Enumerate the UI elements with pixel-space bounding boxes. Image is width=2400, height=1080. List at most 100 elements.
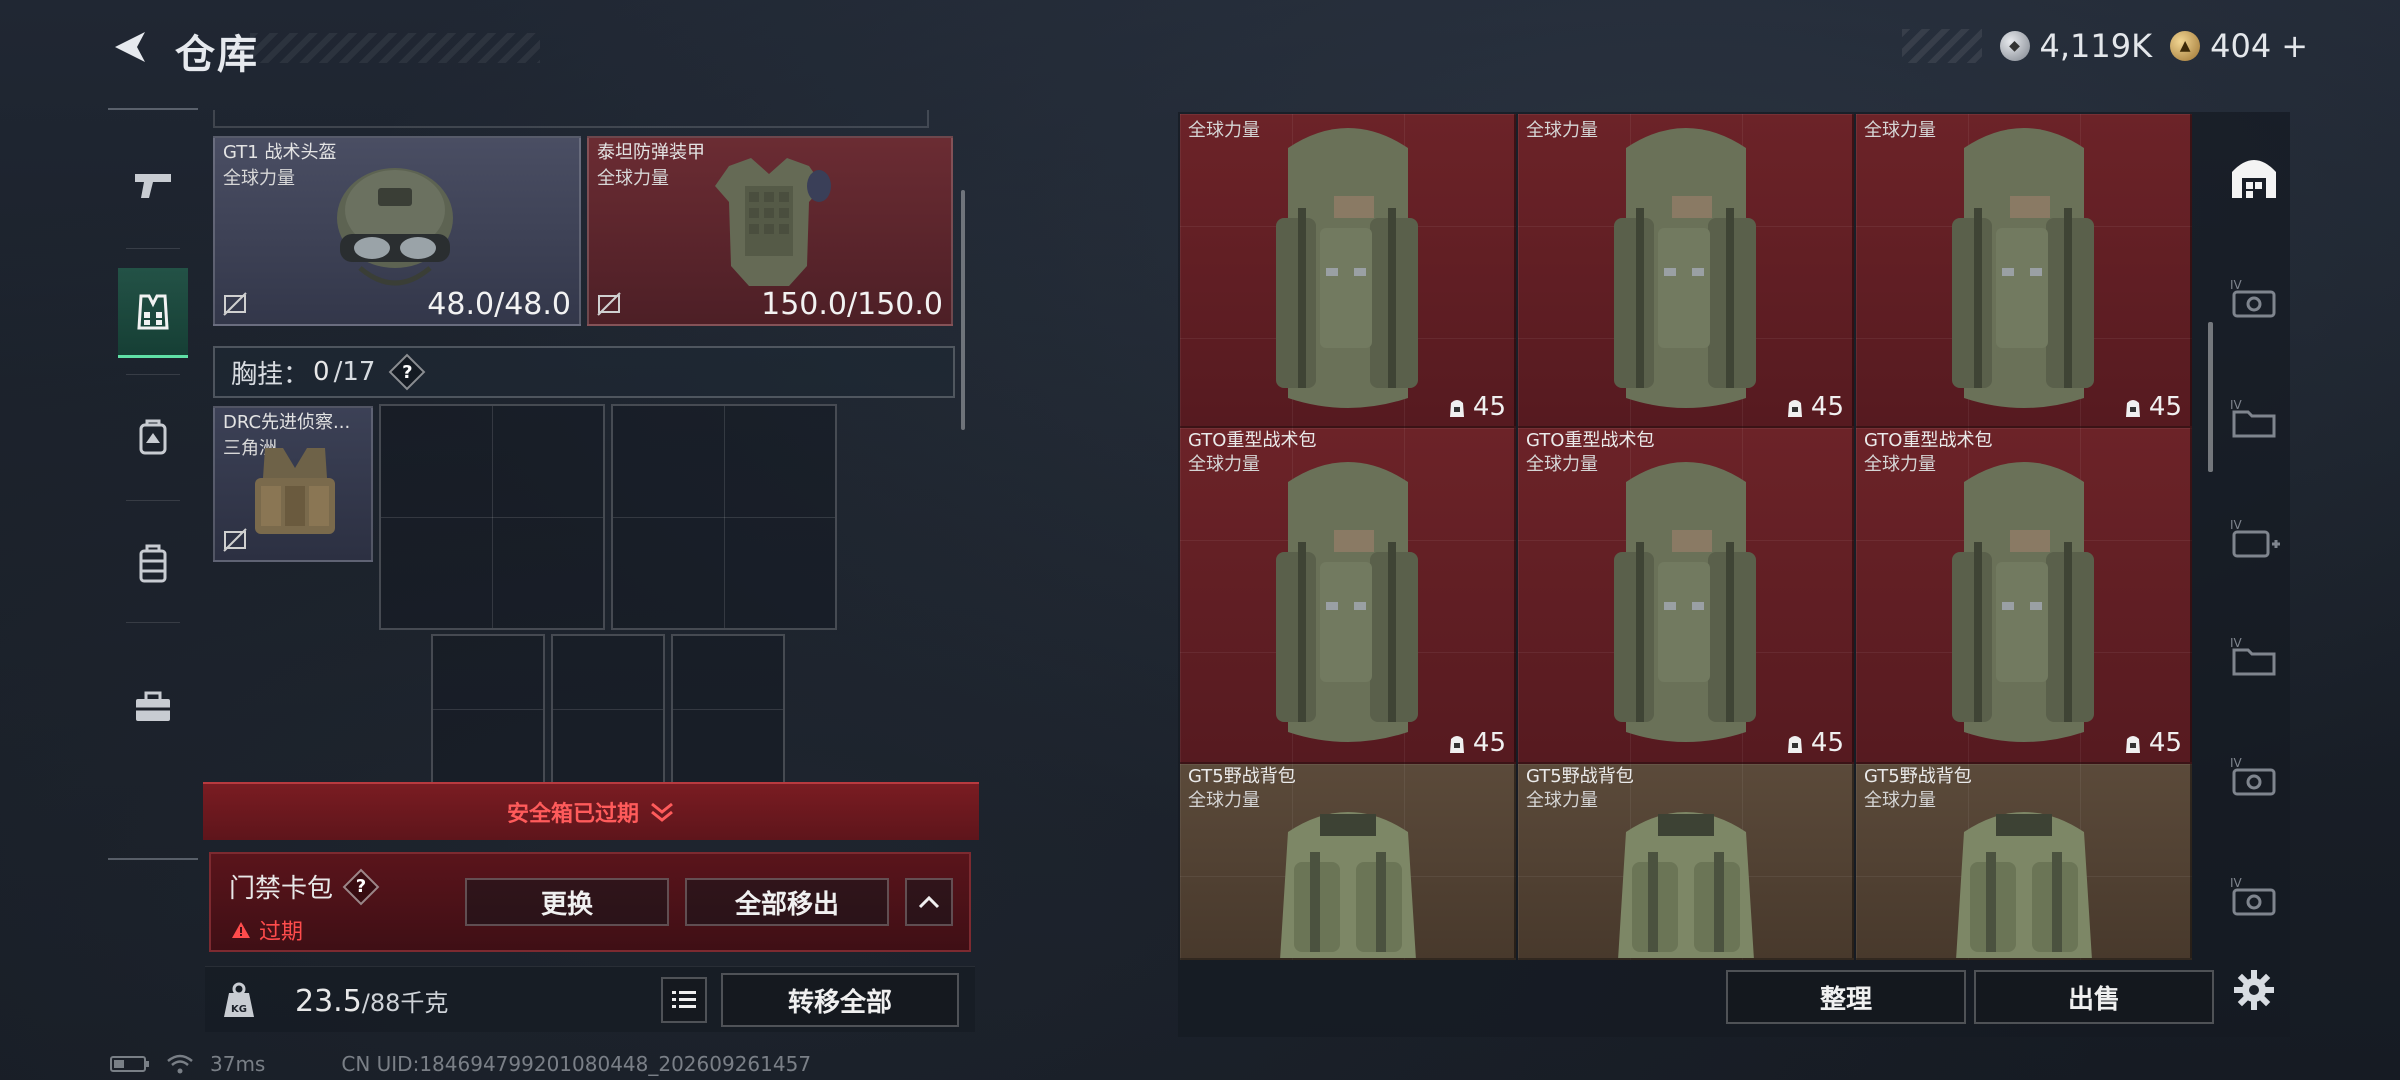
silver-amount: 4,119K [2039, 27, 2153, 65]
add-gold-button[interactable]: + [2281, 27, 2308, 65]
nav-tools[interactable] [118, 662, 188, 752]
rig-name: DRC先进侦察... [223, 412, 351, 433]
system-status-bar: 37ms CN UID:184694799201080448_202609261… [110, 1052, 811, 1076]
unbound-icon [597, 292, 621, 316]
storage-tab-add[interactable]: IV [2226, 510, 2282, 566]
help-icon: ? [355, 876, 367, 897]
chest-rig-header: 胸挂： 0 /17 ? [213, 346, 955, 398]
nav-weapons[interactable] [118, 140, 188, 230]
item-faction: 全球力量 [1188, 454, 1260, 475]
list-view-button[interactable] [661, 977, 707, 1023]
capacity-bag-icon [1449, 400, 1464, 417]
storage-page-tabs: IV IV IV IV IV IV [2218, 112, 2288, 958]
storage-item[interactable]: 全球力量 45 [1518, 114, 1854, 428]
gold-currency[interactable]: ▲ 404 + [2170, 27, 2308, 65]
armor-slot[interactable]: 泰坦防弹装甲 全球力量 150.0/150.0 [587, 136, 953, 326]
tactical-pack-image [1952, 128, 2094, 408]
back-button[interactable] [105, 22, 155, 72]
sell-button[interactable]: 出售 [1974, 970, 2214, 1024]
rig-storage-grid[interactable] [671, 634, 785, 784]
storage-tab-8[interactable]: IV [2226, 868, 2282, 924]
nav-pouch[interactable] [118, 392, 188, 482]
item-name: GTO重型战术包 [1188, 430, 1317, 451]
svg-text:KG: KG [231, 1004, 247, 1015]
chest-rig-help-button[interactable]: ? [391, 356, 423, 388]
gear-icon [2234, 970, 2274, 1010]
safe-box-expired-banner[interactable]: 安全箱已过期 [203, 782, 979, 840]
rig-storage-grid[interactable] [611, 404, 837, 630]
keycard-pack-title: 门禁卡包 [229, 874, 334, 904]
storage-tab-6[interactable]: IV [2226, 628, 2282, 684]
storage-item[interactable]: GT5野战背包 全球力量 [1856, 764, 2192, 960]
item-capacity: 45 [2123, 728, 2182, 758]
tactical-pack-image [1614, 128, 1756, 408]
help-icon: ? [402, 361, 413, 383]
item-faction: 全球力量 [1188, 120, 1260, 141]
user-uid: CN UID:184694799201080448_202609261457 [341, 1052, 812, 1076]
settings-button[interactable] [2224, 952, 2284, 1028]
storage-item[interactable]: GT5野战背包 全球力量 [1180, 764, 1516, 960]
storage-page-icon: IV [2230, 756, 2276, 796]
storage-scrollbar[interactable] [2208, 322, 2213, 472]
unbound-icon [223, 292, 247, 316]
toolbox-icon [136, 691, 170, 721]
item-capacity-value: 45 [1810, 728, 1844, 758]
storage-item[interactable]: GT5野战背包 全球力量 [1518, 764, 1854, 960]
rig-storage-grid[interactable] [551, 634, 665, 784]
helmet-slot[interactable]: GT1 战术头盔 全球力量 48.0/48.0 [213, 136, 581, 326]
capacity-bag-icon [1787, 400, 1802, 417]
storage-item[interactable]: GTO重型战术包 全球力量 45 [1180, 428, 1516, 764]
helmet-image [337, 168, 453, 286]
rig-storage-grid[interactable] [431, 634, 545, 784]
max-weight: /88千克 [361, 989, 449, 1017]
safe-box-label: 安全箱已过期 [506, 802, 639, 827]
folder-icon: IV [2230, 636, 2276, 676]
field-backpack-image [1280, 812, 1416, 958]
replace-button[interactable]: 更换 [465, 878, 669, 926]
storage-item[interactable]: GTO重型战术包 全球力量 45 [1518, 428, 1854, 764]
item-name: GTO重型战术包 [1526, 430, 1655, 451]
item-faction: 全球力量 [1526, 454, 1598, 475]
storage-item[interactable]: 全球力量 45 [1856, 114, 2192, 428]
item-faction: 全球力量 [1864, 790, 1936, 811]
currency-decoration [1901, 29, 1982, 63]
collapse-button[interactable] [905, 878, 953, 926]
storage-item[interactable]: 全球力量 45 [1180, 114, 1516, 428]
chest-rig-slot[interactable]: DRC先进侦察... 三角洲 [213, 406, 373, 562]
item-capacity-value: 45 [2148, 392, 2182, 422]
nav-backpack[interactable] [118, 518, 188, 608]
battery-icon [110, 1056, 149, 1072]
item-name: GT5野战背包 [1188, 766, 1296, 787]
svg-text:IV: IV [2230, 278, 2243, 292]
helmet-faction: 全球力量 [223, 168, 295, 189]
storage-home-tab[interactable] [2226, 148, 2282, 204]
back-arrow-icon [115, 32, 145, 62]
loadout-scrollbar[interactable] [961, 190, 965, 430]
remove-all-button[interactable]: 全部移出 [685, 878, 889, 926]
item-faction: 全球力量 [1864, 120, 1936, 141]
transfer-all-button[interactable]: 转移全部 [721, 973, 959, 1027]
list-icon [672, 991, 696, 1008]
title-decoration [250, 33, 540, 63]
tactical-pack-image [1952, 462, 2094, 742]
item-faction: 全球力量 [1864, 454, 1936, 475]
storage-page-icon: IV [2230, 876, 2276, 916]
rig-storage-grid[interactable] [379, 404, 605, 630]
nav-divider [126, 500, 180, 501]
organize-button[interactable]: 整理 [1726, 970, 1966, 1024]
nav-gear[interactable] [118, 268, 188, 358]
storage-tab-5[interactable]: IV [2226, 390, 2282, 446]
chevron-down-icon [651, 802, 673, 822]
item-capacity-value: 45 [1472, 728, 1506, 758]
storage-item[interactable]: GTO重型战术包 全球力量 45 [1856, 428, 2192, 764]
current-weight: 23.5 [295, 984, 362, 1019]
warehouse-icon [2232, 160, 2276, 198]
keycard-help-button[interactable]: ? [345, 871, 377, 903]
storage-tab-7[interactable]: IV [2226, 748, 2282, 804]
add-storage-icon: IV [2230, 518, 2280, 558]
item-capacity: 45 [1447, 728, 1506, 758]
item-capacity: 45 [1447, 392, 1506, 422]
gold-amount: 404 [2210, 27, 2272, 65]
chest-rig-capacity: /17 [333, 357, 376, 387]
storage-tab-4[interactable]: IV [2226, 270, 2282, 326]
